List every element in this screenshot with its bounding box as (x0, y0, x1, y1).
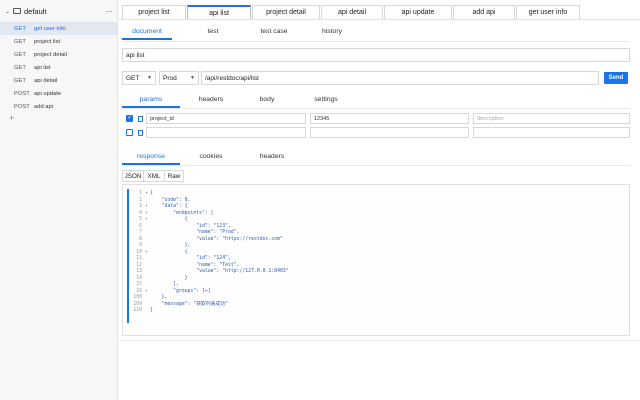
sidebar-item[interactable]: GET project detail (0, 48, 117, 61)
param-checkbox[interactable]: ✓ (126, 115, 133, 122)
param-description-input[interactable] (473, 127, 630, 138)
reqtab-headers[interactable]: headers (196, 96, 226, 108)
sidebar: ⌄ default ··· GET get user info GET project… (0, 0, 118, 400)
param-value-input[interactable] (310, 127, 469, 138)
sidebar-item-method: GET (14, 25, 26, 32)
tab-api-detail[interactable]: api detail (321, 5, 383, 19)
code-text: } (150, 308, 153, 313)
format-raw-button[interactable]: Raw (164, 170, 184, 182)
folder-name: default (24, 6, 47, 16)
sidebar-item-method: GET (14, 64, 26, 71)
api-name-input[interactable]: api list (122, 48, 630, 62)
tab-project-detail[interactable]: project detail (252, 5, 320, 19)
sidebar-item[interactable]: GET project list (0, 35, 117, 48)
trash-icon[interactable] (138, 115, 143, 122)
folder-header[interactable]: ⌄ default ··· (0, 0, 117, 22)
sidebar-item[interactable]: GET api list (0, 61, 117, 74)
folder-icon (13, 8, 21, 14)
doctab-history[interactable]: history (314, 28, 350, 40)
param-row (126, 127, 143, 138)
sidebar-item-method: POST (14, 90, 30, 97)
tab-project-list[interactable]: project list (122, 5, 186, 19)
sidebar-item-label: api update (34, 90, 62, 97)
add-api-icon[interactable]: + (0, 113, 117, 123)
trash-icon[interactable] (138, 129, 143, 136)
request-tabs: params headers body settings (122, 96, 344, 108)
response-tabs-divider (122, 165, 630, 166)
request-row: GET ▼ Prod ▼ (122, 71, 199, 85)
doctab-test[interactable]: test (198, 28, 228, 40)
method-value: GET (126, 74, 140, 82)
footer-divider (118, 340, 640, 341)
resptab-headers[interactable]: headers (252, 153, 292, 165)
sidebar-item[interactable]: POST add api (0, 100, 117, 113)
reqtab-params[interactable]: params (122, 96, 180, 108)
env-select[interactable]: Prod ▼ (159, 71, 199, 85)
resptab-response[interactable]: response (122, 153, 180, 165)
param-description-input[interactable]: description (473, 113, 630, 124)
code-line: 110} (131, 308, 629, 315)
doc-tabs-divider (122, 41, 630, 42)
send-button[interactable]: Send (604, 72, 628, 84)
chevron-down-icon[interactable]: ⌄ (5, 8, 11, 15)
response-editor[interactable]: 1 ▾{2 "code": 0, 3 ▾ "data": {4 ▾ "endpoints… (122, 184, 630, 336)
tab-bar-divider (118, 19, 640, 20)
param-value-input[interactable]: 12345 (310, 113, 469, 124)
param-key-input[interactable] (146, 127, 306, 138)
param-row: ✓ (126, 113, 143, 124)
sidebar-item-label: api detail (34, 77, 58, 84)
sidebar-item-method: GET (14, 38, 26, 45)
response-tabs: response cookies headers (122, 153, 292, 165)
sidebar-item[interactable]: GET get user info (0, 22, 117, 35)
format-json-button[interactable]: JSON (122, 170, 144, 182)
sidebar-item-method: POST (14, 103, 30, 110)
sidebar-item-method: GET (14, 51, 26, 58)
resptab-cookies[interactable]: cookies (196, 153, 226, 165)
tab-add-api[interactable]: add api (453, 5, 515, 19)
sidebar-item-label: project detail (34, 51, 67, 58)
doctab-test-case[interactable]: test case (254, 28, 294, 40)
format-switch: JSON XML Raw (122, 170, 184, 182)
more-icon[interactable]: ··· (106, 7, 113, 16)
tab-get-user-info[interactable]: get user info (516, 5, 580, 19)
format-xml-button[interactable]: XML (143, 170, 165, 182)
param-key-input[interactable]: project_id (146, 113, 306, 124)
tab-bar: project list api list project detail api de… (122, 5, 581, 19)
env-value: Prod (163, 74, 177, 82)
sidebar-item-label: api list (34, 64, 51, 71)
sidebar-item[interactable]: GET api detail (0, 74, 117, 87)
request-tabs-divider (122, 108, 630, 109)
caret-down-icon: ▼ (190, 75, 195, 81)
reqtab-settings[interactable]: settings (308, 96, 344, 108)
active-line-bar (127, 189, 129, 323)
sidebar-item-label: project list (34, 38, 61, 45)
tab-api-update[interactable]: api update (384, 5, 452, 19)
sidebar-item[interactable]: POST api update (0, 87, 117, 100)
doc-tabs: document test test case history (122, 28, 350, 40)
method-select[interactable]: GET ▼ (122, 71, 156, 85)
reqtab-body[interactable]: body (252, 96, 282, 108)
url-input[interactable]: /api/restdoc/api/list (201, 71, 599, 85)
param-checkbox[interactable] (126, 129, 133, 136)
tab-api-list[interactable]: api list (187, 5, 251, 19)
line-number: 110 (133, 308, 142, 313)
sidebar-item-label: add api (34, 103, 54, 110)
sidebar-item-label: get user info (34, 25, 66, 32)
code-text: "message": "获取列表成功" (150, 301, 228, 307)
caret-down-icon: ▼ (147, 75, 152, 81)
code-lines: 1 ▾{2 "code": 0, 3 ▾ "data": {4 ▾ "endpoints… (131, 191, 629, 315)
sidebar-item-method: GET (14, 77, 26, 84)
doctab-document[interactable]: document (122, 28, 172, 40)
